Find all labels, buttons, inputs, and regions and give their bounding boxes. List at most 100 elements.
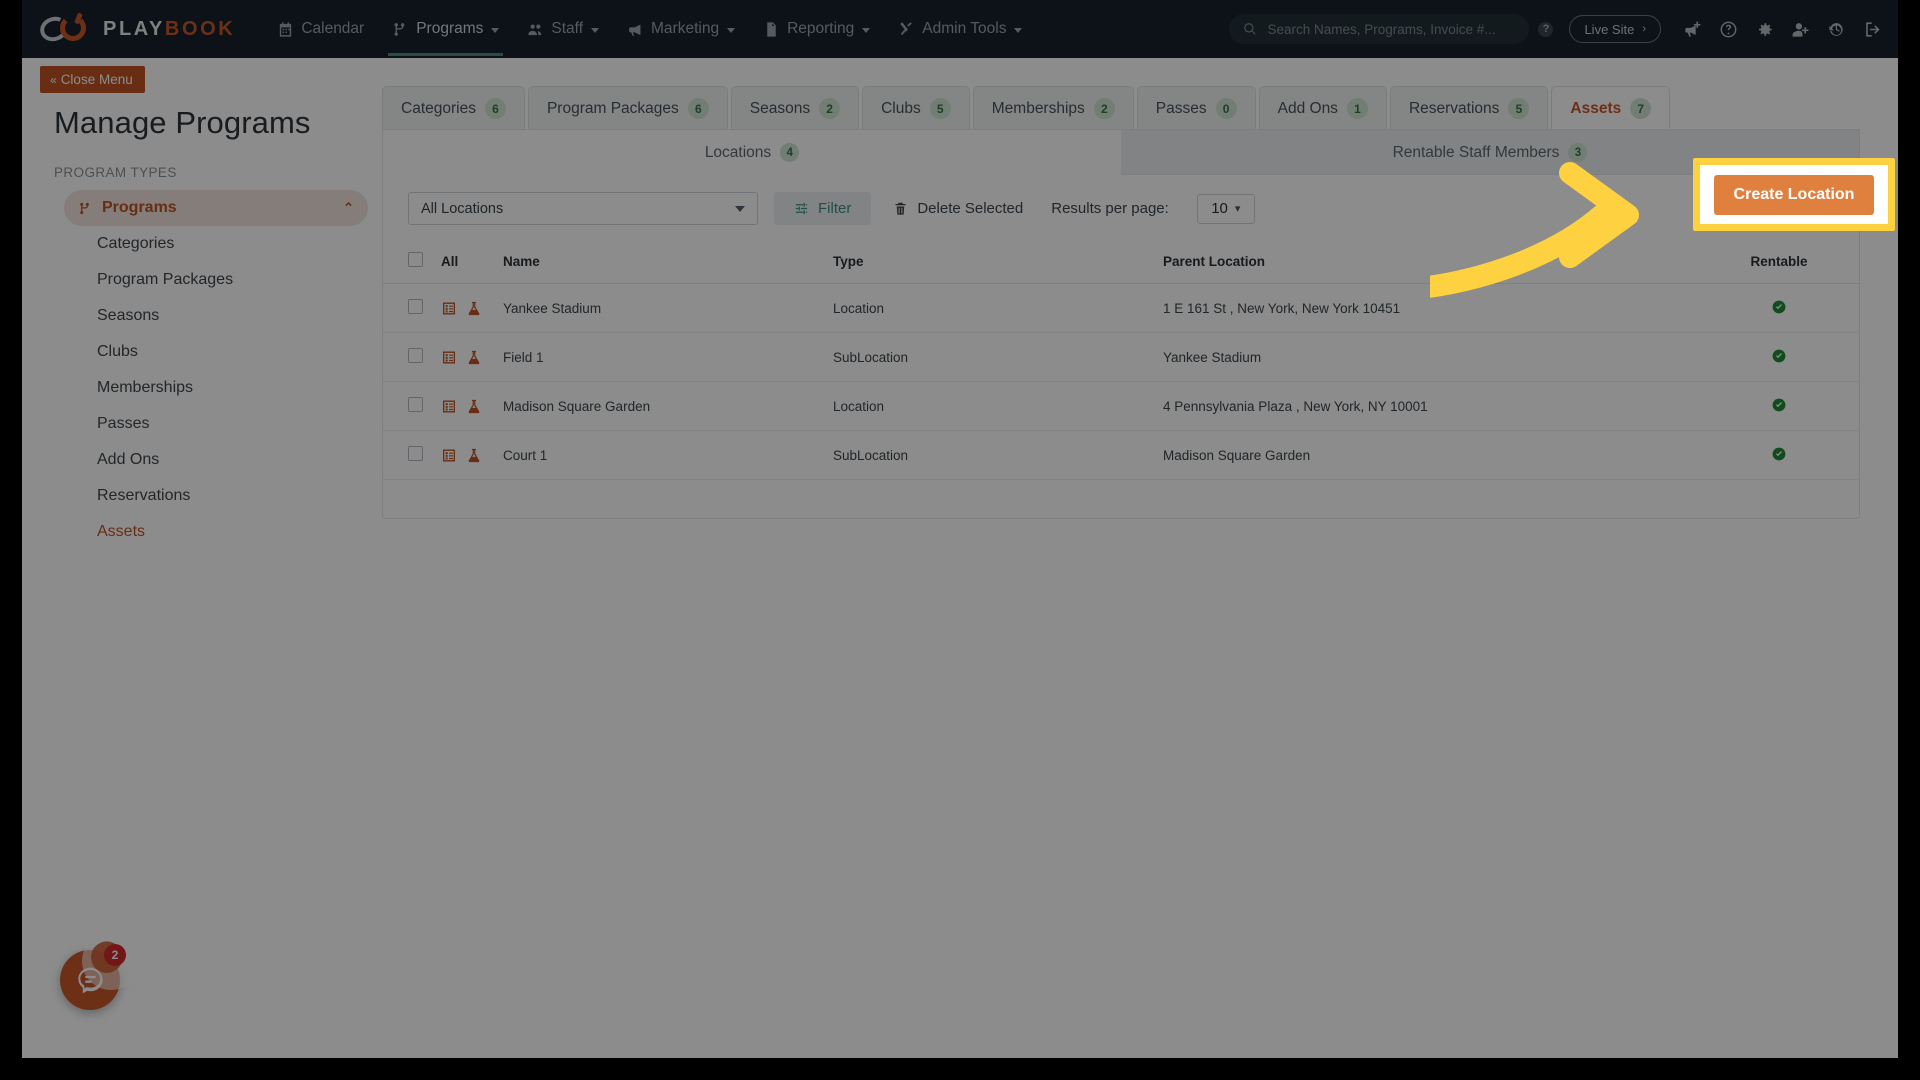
row-name: Court 1 <box>503 430 833 480</box>
nav-label-reporting: Reporting <box>787 20 855 37</box>
sidebar-item-clubs[interactable]: Clubs <box>22 334 382 370</box>
chevron-up-icon[interactable]: ⌃ <box>343 200 354 216</box>
table-footer <box>383 480 1859 518</box>
tab-clubs[interactable]: Clubs 5 <box>862 86 970 129</box>
chevron-right-icon: › <box>1642 23 1646 35</box>
main-tabs: Categories 6 Program Packages 6 Seasons … <box>382 86 1860 129</box>
create-location-button[interactable]: Create Location <box>1713 174 1875 215</box>
search-placeholder: Search Names, Programs, Invoice #... <box>1267 21 1496 37</box>
tab-count-badge: 2 <box>819 98 841 119</box>
row-rentable <box>1699 381 1859 431</box>
form-list-icon[interactable] <box>441 398 457 415</box>
sidebar-item-assets[interactable]: Assets <box>22 514 382 550</box>
programs-branch-icon <box>80 202 89 214</box>
form-list-icon[interactable] <box>441 300 457 317</box>
flask-icon[interactable] <box>466 398 482 415</box>
results-per-page-select[interactable]: 10 ▾ <box>1196 193 1255 224</box>
help-circle-icon[interactable] <box>1719 20 1738 39</box>
row-checkbox[interactable] <box>408 299 423 314</box>
row-checkbox[interactable] <box>408 446 423 461</box>
select-all-checkbox[interactable] <box>408 252 423 267</box>
playbook-logo[interactable]: PLAYBOOK <box>36 12 236 45</box>
nav-item-reporting[interactable]: Reporting <box>749 2 884 56</box>
row-type: Location <box>833 283 1163 333</box>
tab-label: Add Ons <box>1277 99 1338 117</box>
add-user-icon[interactable] <box>1791 20 1810 39</box>
page-title: Manage Programs <box>54 105 311 140</box>
close-menu-button[interactable]: « Close Menu <box>40 66 145 93</box>
tab-seasons[interactable]: Seasons 2 <box>730 86 860 129</box>
row-parent-location: Yankee Stadium <box>1163 332 1699 382</box>
nav-item-staff[interactable]: Staff <box>513 2 613 56</box>
tab-label: Seasons <box>749 99 811 117</box>
search-input[interactable]: Search Names, Programs, Invoice #... <box>1229 14 1530 44</box>
chat-widget[interactable]: ⬤ 2 <box>60 932 140 1010</box>
table-row[interactable]: Court 1 SubLocation Madison Square Garde… <box>383 430 1859 480</box>
flask-icon[interactable] <box>466 349 482 366</box>
delete-selected-label: Delete Selected <box>917 200 1024 217</box>
col-select-all <box>383 240 441 284</box>
tab-reservations[interactable]: Reservations 5 <box>1389 86 1549 129</box>
nav-item-admin-tools[interactable]: Admin Tools <box>884 2 1036 56</box>
sidebar-item-memberships[interactable]: Memberships <box>22 370 382 406</box>
nav-item-calendar[interactable]: Calendar <box>263 2 378 56</box>
live-site-button[interactable]: Live Site › <box>1569 15 1661 43</box>
tab-categories[interactable]: Categories 6 <box>382 86 525 129</box>
filter-button[interactable]: Filter <box>774 192 872 225</box>
check-circle-icon <box>1772 447 1786 460</box>
location-filter-select[interactable]: All Locations <box>408 192 758 225</box>
tab-program-packages[interactable]: Program Packages 6 <box>527 86 728 129</box>
tab-passes[interactable]: Passes 0 <box>1136 86 1256 129</box>
table-row[interactable]: Field 1 SubLocation Yankee Stadium <box>383 332 1859 382</box>
check-circle-icon <box>1772 349 1786 362</box>
form-list-icon[interactable] <box>441 447 457 464</box>
table-body: Yankee Stadium Location 1 E 161 St , New… <box>383 283 1859 480</box>
sidebar-item-seasons[interactable]: Seasons <box>22 298 382 334</box>
tab-assets[interactable]: Assets 7 <box>1551 86 1671 129</box>
row-rentable <box>1699 332 1859 382</box>
nav-item-programs[interactable]: Programs <box>378 2 513 56</box>
tab-label: Assets <box>1570 99 1622 117</box>
brand-word-book: BOOK <box>164 17 236 40</box>
live-site-label: Live Site <box>1584 21 1635 37</box>
nav-item-marketing[interactable]: Marketing <box>613 2 749 56</box>
check-circle-icon <box>1772 398 1786 411</box>
row-rentable <box>1699 283 1859 333</box>
megaphone-icon <box>629 24 641 36</box>
sidebar-group-label: Programs <box>102 199 177 216</box>
row-checkbox[interactable] <box>408 348 423 363</box>
filter-label: Filter <box>818 200 852 217</box>
flask-icon[interactable] <box>466 447 482 464</box>
sidebar-item-passes[interactable]: Passes <box>22 406 382 442</box>
chevron-down-icon <box>491 27 500 33</box>
staff-people-icon <box>528 24 542 35</box>
row-parent-location: 4 Pennsylvania Plaza , New York, NY 1000… <box>1163 381 1699 431</box>
chevron-down-icon <box>862 27 871 33</box>
logout-icon[interactable] <box>1863 20 1882 39</box>
sidebar-item-program-packages[interactable]: Program Packages <box>22 262 382 298</box>
sidebar-item-categories[interactable]: Categories <box>22 226 382 262</box>
tab-add-ons[interactable]: Add Ons 1 <box>1258 86 1387 129</box>
delete-selected-button[interactable]: Delete Selected <box>893 200 1023 217</box>
row-checkbox[interactable] <box>408 397 423 412</box>
tab-memberships[interactable]: Memberships 2 <box>972 86 1134 129</box>
announcement-add-icon[interactable] <box>1683 20 1702 39</box>
nav-label-programs: Programs <box>416 20 484 37</box>
sidebar-item-reservations[interactable]: Reservations <box>22 478 382 514</box>
tab-count-badge: 1 <box>1346 98 1368 119</box>
col-rentable: Rentable <box>1699 240 1859 284</box>
row-checkbox-cell <box>383 283 441 333</box>
subtab-locations[interactable]: Locations 4 <box>383 130 1121 175</box>
nav-label-admin-tools: Admin Tools <box>922 20 1007 37</box>
table-row[interactable]: Madison Square Garden Location 4 Pennsyl… <box>383 381 1859 431</box>
sidebar-item-add-ons[interactable]: Add Ons <box>22 442 382 478</box>
sidebar-group-programs[interactable]: Programs ⌃ <box>64 190 368 226</box>
nav-label-marketing: Marketing <box>651 20 720 37</box>
gear-icon[interactable] <box>1755 20 1774 39</box>
form-list-icon[interactable] <box>441 349 457 366</box>
row-name: Yankee Stadium <box>503 283 833 333</box>
flask-icon[interactable] <box>466 300 482 317</box>
history-clock-icon[interactable] <box>1827 20 1846 39</box>
row-checkbox-cell <box>383 332 441 382</box>
help-circle-icon[interactable]: ? <box>1538 21 1554 37</box>
